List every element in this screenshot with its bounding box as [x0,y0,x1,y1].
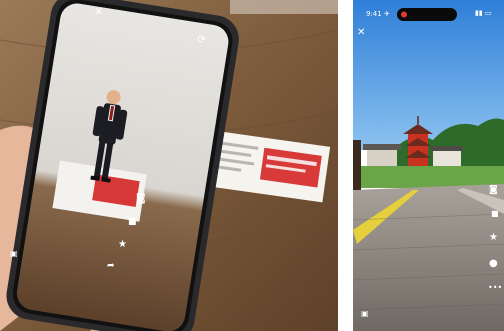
left-photo-scene [0,0,338,331]
star-icon[interactable]: ★ [489,233,498,243]
video-icon[interactable]: ■ [491,210,499,218]
x-icon[interactable]: ✕ [94,6,103,17]
camera-switch-icon[interactable]: ⟳ [197,34,206,45]
video-icon[interactable]: ■ [128,218,137,227]
circle-icon[interactable]: ● [489,259,498,269]
left-photo: ✕ ⟳ ◙ ■ ★ ➦ ▣ [0,0,338,331]
album-icon[interactable]: ▣ [361,310,369,318]
lawn [353,166,504,188]
status-time: 9:41 ✈ [366,10,390,18]
more-icon[interactable]: ••• [488,284,502,292]
right-scene [353,0,504,331]
camera-icon[interactable]: ◙ [136,194,146,204]
share-icon[interactable]: ➦ [107,262,115,271]
star-icon[interactable]: ★ [118,240,127,250]
x-icon[interactable]: ✕ [357,28,365,38]
album-icon[interactable]: ▣ [10,250,18,258]
signal-battery-icon: ▮▮ ▭ [475,9,492,17]
camera-icon[interactable]: ◙ [489,186,498,195]
right-screenshot: 9:41 ✈ ▮▮ ▭ ✕ ◙ ■ ★ ● ••• ▣ [353,0,504,331]
